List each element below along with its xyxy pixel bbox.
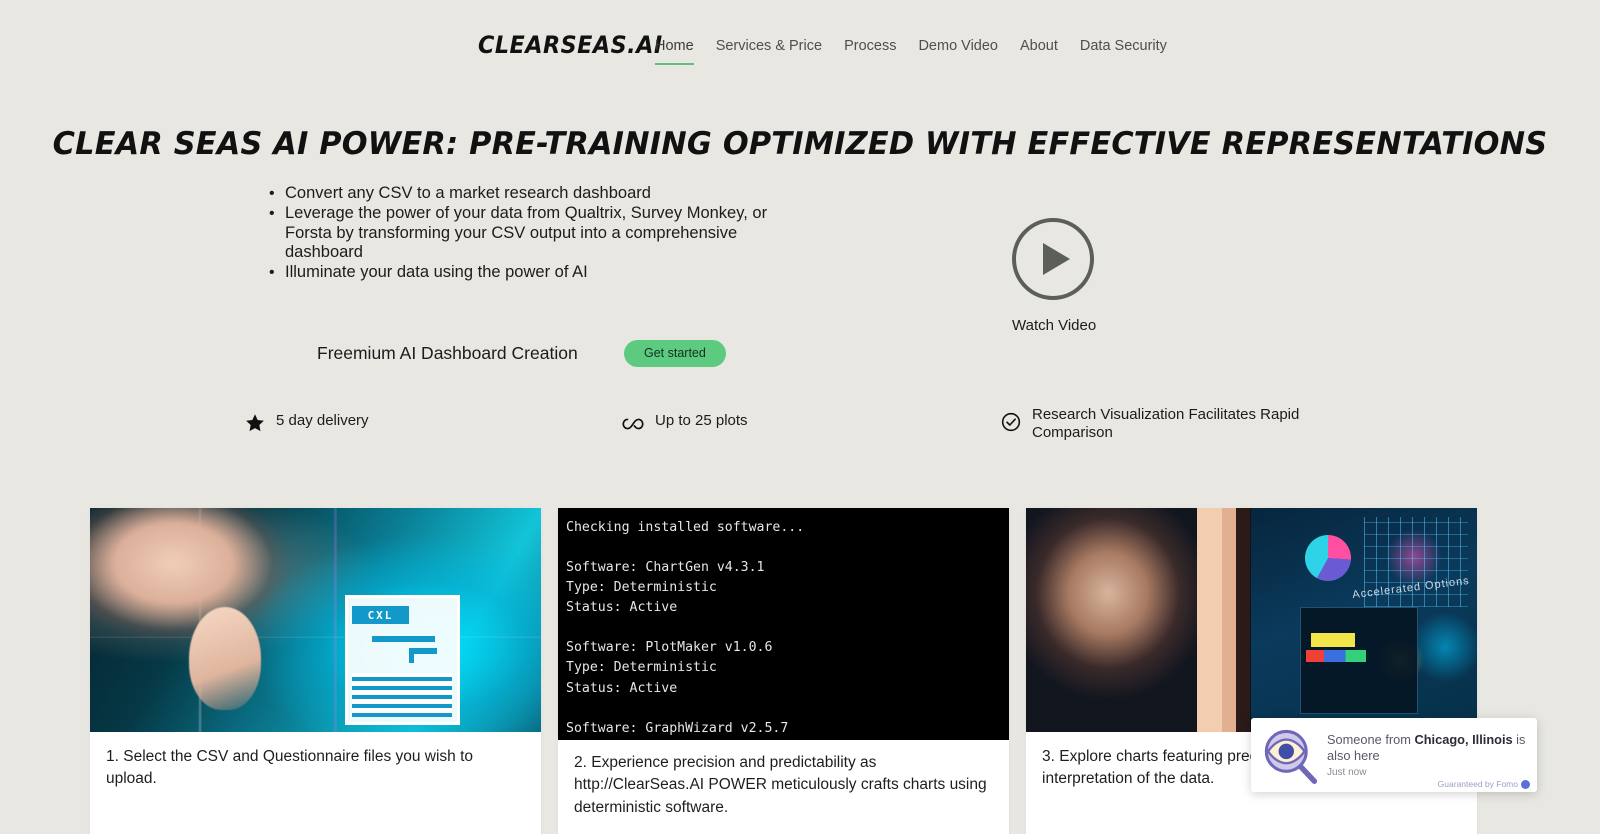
feature-label: 5 day delivery: [276, 412, 369, 429]
card-caption: 2. Experience precision and predictabili…: [574, 754, 987, 816]
nav-item-about[interactable]: About: [1020, 38, 1058, 63]
eye-search-icon: [1251, 718, 1327, 792]
doc-format-tag: CXL: [352, 605, 409, 625]
main-nav: Home Services & Price Process Demo Video…: [655, 38, 1167, 65]
star-icon: [246, 414, 264, 432]
pie-chart-graphic: [1304, 534, 1351, 581]
infinity-icon: [622, 418, 644, 430]
bar-graphic: [1305, 649, 1367, 663]
csv-document-icon: CXL: [344, 595, 460, 726]
doc-line: [371, 635, 435, 642]
fomo-timestamp: Just now: [1327, 767, 1367, 779]
analyst-portrait: [1026, 508, 1198, 732]
watch-video-block[interactable]: Watch Video: [1012, 218, 1097, 334]
csv-upload-illustration: CXL: [90, 508, 541, 732]
page-title: CLEAR SEAS AI POWER: PRE-TRAINING OPTIMI…: [52, 126, 1548, 162]
fomo-text-block: Someone from Chicago, Illinois is also h…: [1327, 732, 1537, 779]
feature-delivery: 5 day delivery: [245, 412, 369, 433]
dashboard-photo: Accelerated Options: [1197, 508, 1477, 732]
process-card-1[interactable]: CXL 1. Select the CSV and Questionnaire …: [90, 508, 541, 834]
check-circle-icon: [1001, 412, 1021, 432]
bar-graphic: [1310, 632, 1355, 647]
feature-visualization: Research Visualization Facilitates Rapid…: [1001, 406, 1311, 441]
list-item: Leverage the power of your data from Qua…: [269, 204, 795, 263]
csv-upload-image: CXL: [90, 508, 541, 732]
doc-line: [408, 647, 415, 663]
get-started-button[interactable]: Get started: [624, 340, 726, 367]
fomo-prefix: Someone from: [1327, 731, 1415, 747]
feature-label: Up to 25 plots: [655, 412, 748, 429]
play-triangle-icon: [1043, 243, 1070, 275]
card-caption: 1. Select the CSV and Questionnaire file…: [106, 748, 474, 788]
fomo-guarantee-label: Guaranteed by Fomo: [1437, 779, 1518, 789]
nav-item-process[interactable]: Process: [844, 38, 896, 63]
page-root: CLEARSEAS.AI Home Services & Price Proce…: [0, 0, 1600, 834]
finger-shape: [189, 606, 262, 710]
nav-item-home[interactable]: Home: [655, 38, 694, 65]
terminal-panel: Checking installed software... Software:…: [558, 508, 1009, 740]
analyst-illustration: Accelerated Options: [1026, 508, 1477, 732]
fomo-guarantee[interactable]: Guaranteed by Fomo: [1438, 779, 1530, 789]
fomo-notification[interactable]: Someone from Chicago, Illinois is also h…: [1251, 718, 1537, 792]
brand-logo[interactable]: CLEARSEAS.AI: [478, 31, 663, 59]
doc-table-rows: [352, 672, 453, 718]
fomo-location: Chicago, Illinois: [1414, 731, 1513, 747]
hero-bullet-list: Convert any CSV to a market research das…: [269, 184, 795, 283]
list-item: Illuminate your data using the power of …: [269, 263, 795, 283]
fomo-message: Someone from Chicago, Illinois is also h…: [1327, 732, 1527, 765]
terminal-window: Checking installed software... Software:…: [558, 508, 1009, 740]
feature-label: Research Visualization Facilitates Rapid…: [1032, 406, 1300, 441]
play-icon[interactable]: [1012, 218, 1094, 300]
terminal-output: Checking installed software... Software:…: [566, 520, 805, 736]
dashboard-screen: Accelerated Options: [1250, 508, 1477, 732]
nav-item-data-security[interactable]: Data Security: [1080, 38, 1167, 63]
feature-plots: Up to 25 plots: [622, 412, 748, 434]
doc-format-label: CXL: [367, 608, 394, 622]
analyst-dashboard-image: Accelerated Options: [1026, 508, 1477, 732]
fomo-badge-icon: [1521, 779, 1530, 789]
nav-item-demo-video[interactable]: Demo Video: [918, 38, 998, 63]
nav-item-services-price[interactable]: Services & Price: [716, 38, 822, 63]
list-item: Convert any CSV to a market research das…: [269, 184, 795, 204]
watch-video-label: Watch Video: [1012, 317, 1097, 334]
process-card-2[interactable]: Checking installed software... Software:…: [558, 508, 1009, 834]
cta-description: Freemium AI Dashboard Creation: [317, 343, 578, 363]
site-header: CLEARSEAS.AI Home Services & Price Proce…: [0, 0, 1600, 80]
chart-panel-graphic: [1300, 606, 1419, 715]
